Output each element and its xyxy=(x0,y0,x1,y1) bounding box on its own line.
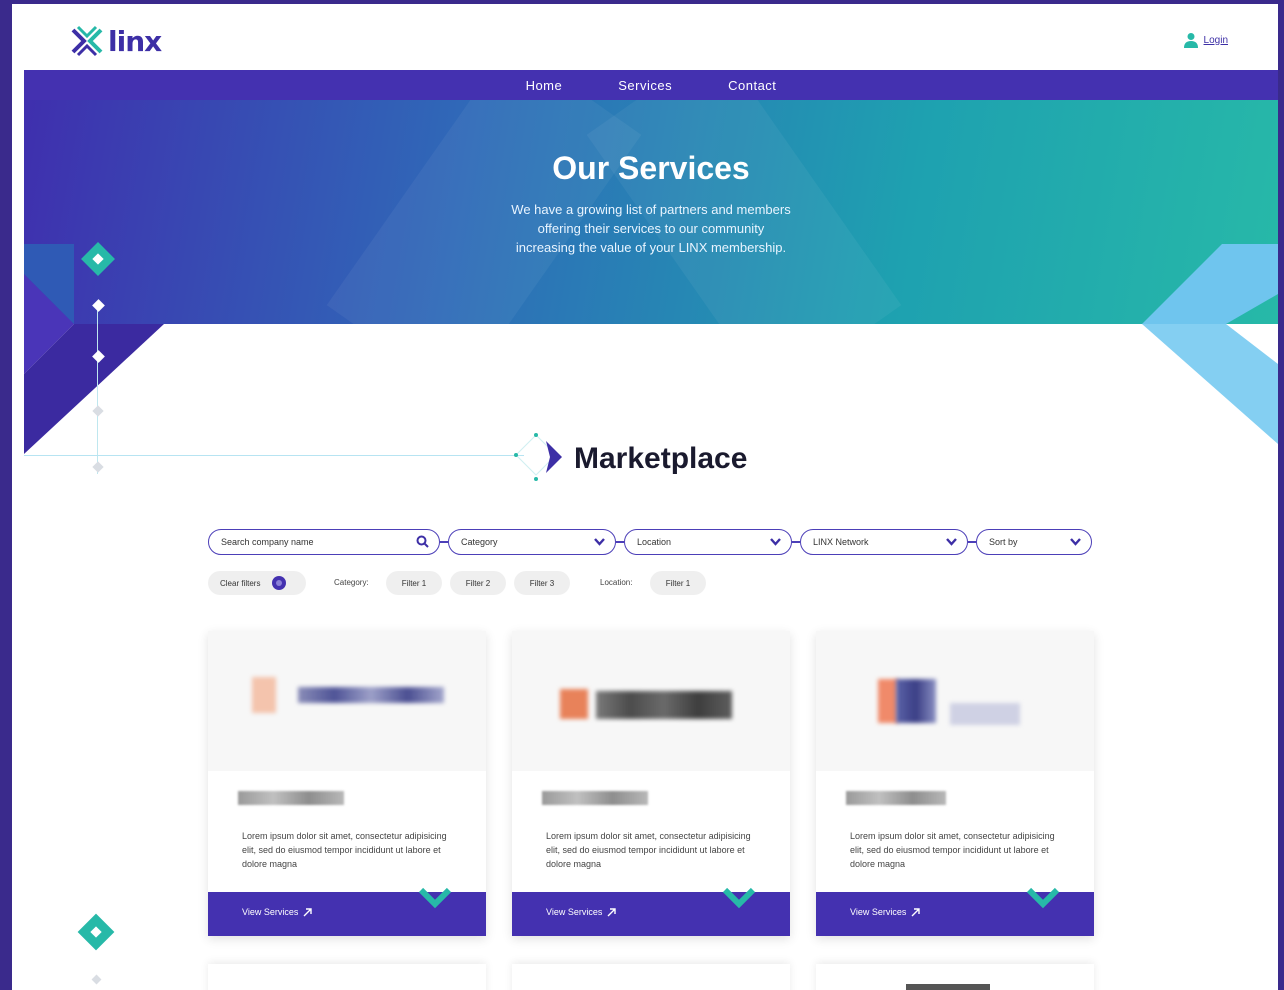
company-logo-image xyxy=(906,984,990,990)
view-services-button[interactable]: View Services xyxy=(816,887,1094,936)
search-input[interactable]: Search company name xyxy=(208,529,440,555)
location-dropdown[interactable]: Location xyxy=(624,529,792,555)
company-logo-image xyxy=(252,677,276,713)
company-logo-image xyxy=(896,679,936,723)
service-card[interactable]: Lorem ipsum dolor sit amet, consectetur … xyxy=(208,631,486,936)
linx-logo[interactable]: linx xyxy=(70,24,162,58)
connector xyxy=(968,541,976,543)
search-icon xyxy=(416,535,429,548)
company-logo-area xyxy=(816,631,1094,771)
divider-line xyxy=(24,455,524,456)
location-filter-chip[interactable]: Filter 1 xyxy=(650,571,706,595)
marketplace-heading: Marketplace xyxy=(512,429,747,489)
connector xyxy=(792,541,800,543)
view-services-label: View Services xyxy=(242,907,299,917)
hero-subtitle-line: We have a growing list of partners and m… xyxy=(511,202,791,217)
category-filter-chip[interactable]: Filter 1 xyxy=(386,571,442,595)
top-header: linx Login xyxy=(12,4,1278,70)
view-services-link[interactable]: View Services xyxy=(242,907,313,917)
category-dropdown[interactable]: Category xyxy=(448,529,616,555)
clear-filters-button[interactable]: Clear filters xyxy=(208,571,306,595)
check-icon xyxy=(722,887,756,909)
marketplace-chevron-icon xyxy=(514,433,562,481)
service-card[interactable]: Lorem ipsum dolor sit amet, consectetur … xyxy=(512,631,790,936)
arrow-up-right-icon xyxy=(911,907,921,916)
login-label: Login xyxy=(1203,34,1228,46)
service-card-partial[interactable] xyxy=(208,964,486,990)
view-services-button[interactable]: View Services xyxy=(208,887,486,936)
sort-dropdown-label: Sort by xyxy=(989,537,1018,547)
hero-subtitle-line: increasing the value of your LINX member… xyxy=(515,240,787,255)
connector xyxy=(616,541,624,543)
diamond-icon xyxy=(91,974,102,985)
arrow-up-right-icon xyxy=(607,907,617,916)
login-link[interactable]: Login xyxy=(1183,32,1228,48)
network-dropdown-label: LINX Network xyxy=(813,537,869,547)
service-card-partial[interactable] xyxy=(816,964,1094,990)
nav-services[interactable]: Services xyxy=(618,78,672,93)
chevron-down-icon xyxy=(770,538,781,546)
category-filter-chip[interactable]: Filter 2 xyxy=(450,571,506,595)
marketplace-title: Marketplace xyxy=(574,442,748,475)
hero-subtitle-line: offering their services to our community xyxy=(537,221,765,236)
right-chevron-decor xyxy=(1142,244,1278,444)
chevron-down-icon xyxy=(946,538,957,546)
service-card-partial[interactable] xyxy=(512,964,790,990)
view-services-link[interactable]: View Services xyxy=(546,907,617,917)
category-filter-label: Category: xyxy=(334,578,369,587)
company-logo-image xyxy=(596,691,732,719)
filter-bar: Search company name Category Location LI… xyxy=(208,529,1092,557)
timeline-line xyxy=(97,304,98,474)
main-nav: Home Services Contact xyxy=(24,70,1278,100)
clear-filters-label: Clear filters xyxy=(220,578,261,588)
view-services-link[interactable]: View Services xyxy=(850,907,921,917)
company-logo-image xyxy=(298,687,444,703)
category-dropdown-label: Category xyxy=(461,537,498,547)
chevron-down-icon xyxy=(1070,538,1081,546)
logo-mark-icon xyxy=(71,25,103,57)
check-icon xyxy=(418,887,452,909)
user-icon xyxy=(1183,33,1198,48)
logo-text: linx xyxy=(108,24,162,58)
company-logo-image xyxy=(878,679,898,723)
company-logo-area xyxy=(208,631,486,771)
sort-dropdown[interactable]: Sort by xyxy=(976,529,1092,555)
hero-title: Our Services xyxy=(552,150,750,186)
location-dropdown-label: Location xyxy=(637,537,672,547)
card-description: Lorem ipsum dolor sit amet, consectetur … xyxy=(850,831,1055,869)
arrow-up-right-icon xyxy=(303,907,313,916)
search-placeholder: Search company name xyxy=(221,537,314,547)
close-icon xyxy=(272,576,287,590)
company-logo-image xyxy=(950,703,1020,725)
service-card[interactable]: Lorem ipsum dolor sit amet, consectetur … xyxy=(816,631,1094,936)
nav-contact[interactable]: Contact xyxy=(728,78,776,93)
view-services-label: View Services xyxy=(546,907,603,917)
check-icon xyxy=(1026,887,1060,909)
view-services-button[interactable]: View Services xyxy=(512,887,790,936)
connector xyxy=(440,541,448,543)
chevron-down-icon xyxy=(594,538,605,546)
company-name-blurred xyxy=(542,791,648,805)
card-description: Lorem ipsum dolor sit amet, consectetur … xyxy=(242,831,447,869)
category-filter-chip[interactable]: Filter 3 xyxy=(514,571,570,595)
company-logo-image xyxy=(560,689,588,719)
hero-subtitle: We have a growing list of partners and m… xyxy=(24,200,1278,257)
network-dropdown[interactable]: LINX Network xyxy=(800,529,968,555)
location-filter-label: Location: xyxy=(600,578,633,587)
company-name-blurred xyxy=(238,791,344,805)
page: linx Login Home Services Contact Our Ser… xyxy=(12,4,1278,990)
view-services-label: View Services xyxy=(850,907,907,917)
nav-home[interactable]: Home xyxy=(526,78,563,93)
company-logo-area xyxy=(512,631,790,771)
hero-banner: Our Services We have a growing list of p… xyxy=(24,100,1278,324)
company-name-blurred xyxy=(846,791,946,805)
card-description: Lorem ipsum dolor sit amet, consectetur … xyxy=(546,831,751,869)
